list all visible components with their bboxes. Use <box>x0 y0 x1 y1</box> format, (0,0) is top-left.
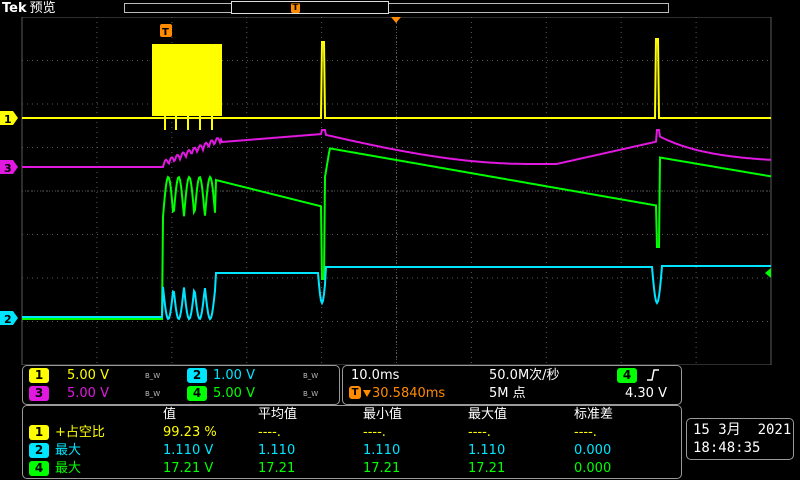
date-display: 15 3月 2021 <box>693 422 792 438</box>
trigger-time-arrow <box>391 17 401 23</box>
ch1-badge[interactable]: 1 <box>29 368 49 383</box>
meas-row1-mean: ----. <box>258 425 281 440</box>
brand-label: Tek 预览 <box>2 0 56 17</box>
ch1-level-marker[interactable]: 1 <box>0 111 18 126</box>
ch4-scale: 5.00 V <box>213 386 255 401</box>
meas-row1-name: +占空比 <box>55 425 105 440</box>
ch2-scale: 1.00 V <box>213 368 255 383</box>
record-view-window[interactable] <box>231 1 389 14</box>
ch2-marker-label: 2 <box>4 313 12 326</box>
trigger-level-value: 4.30 V <box>625 386 667 401</box>
waveform-display[interactable]: 1 3 2 T <box>0 17 800 365</box>
ch4-badge[interactable]: 4 <box>187 386 207 401</box>
trigger-position-value: 30.5840ms <box>372 386 446 401</box>
ch3-badge[interactable]: 3 <box>29 386 49 401</box>
meas-row1-badge: 1 <box>29 425 49 440</box>
meas-row3-badge: 4 <box>29 461 49 476</box>
trigger-delay-arrow-icon <box>363 390 371 397</box>
time-display: 18:48:35 <box>693 440 761 456</box>
meas-row3-std: 0.000 <box>574 461 612 476</box>
meas-row1-value: 99.23 % <box>163 425 217 440</box>
meas-row2-min: 1.110 <box>363 443 401 458</box>
acquisition-mode: 预览 <box>29 1 56 16</box>
meas-row2-max: 1.110 <box>468 443 506 458</box>
meas-row2-value: 1.110 V <box>163 443 214 458</box>
ch2-bw-limit-icon: B_W <box>303 372 319 380</box>
meas-row3-value: 17.21 V <box>163 461 214 476</box>
measurement-panel[interactable]: 值 平均值 最小值 最大值 标准差 1 +占空比 99.23 % ----. -… <box>22 405 682 479</box>
trigger-point-label: T <box>162 27 169 38</box>
header-std: 标准差 <box>574 407 614 422</box>
rising-edge-icon <box>647 369 659 381</box>
trigger-source-badge[interactable]: 4 <box>617 368 637 383</box>
datetime-panel[interactable]: 15 3月 2021 18:48:35 <box>686 418 794 460</box>
ch3-scale: 5.00 V <box>67 386 109 401</box>
ch3-bw-limit-icon: B_W <box>145 390 161 398</box>
ch3-level-marker[interactable]: 3 <box>0 160 18 175</box>
top-status-bar: Tek 预览 T <box>0 0 800 17</box>
ch1-scale: 5.00 V <box>67 368 109 383</box>
vertical-settings-panel[interactable]: 1 5.00 V B_W 2 1.00 V B_W 3 5.00 V B_W 4… <box>22 365 340 405</box>
trigger-level-arrow[interactable] <box>765 268 771 278</box>
ch3-marker-label: 3 <box>4 162 12 175</box>
ch1-marker-label: 1 <box>4 113 12 126</box>
trigger-point-marker[interactable]: T <box>160 24 172 38</box>
record-overview-bar[interactable] <box>124 3 669 13</box>
trigger-position-marker[interactable]: T <box>291 3 300 13</box>
record-length-value: 5M 点 <box>489 386 526 401</box>
ch4-bw-limit-icon: B_W <box>303 390 319 398</box>
meas-row2-mean: 1.110 <box>258 443 296 458</box>
meas-row1-std: ----. <box>574 425 597 440</box>
meas-row1-min: ----. <box>363 425 386 440</box>
meas-row3-name: 最大 <box>55 461 82 476</box>
timebase-value: 10.0ms <box>351 368 400 383</box>
header-max: 最大值 <box>468 407 508 422</box>
ch2-level-marker[interactable]: 2 <box>0 311 18 326</box>
ch1-bw-limit-icon: B_W <box>145 372 161 380</box>
meas-row3-mean: 17.21 <box>258 461 296 476</box>
header-min: 最小值 <box>363 407 403 422</box>
meas-row3-min: 17.21 <box>363 461 401 476</box>
trigger-delay-icon: T <box>349 386 361 399</box>
tek-logo: Tek <box>2 1 27 16</box>
meas-row1-max: ----. <box>468 425 491 440</box>
meas-row3-max: 17.21 <box>468 461 506 476</box>
meas-row2-badge: 2 <box>29 443 49 458</box>
meas-row2-std: 0.000 <box>574 443 612 458</box>
horizontal-trigger-panel[interactable]: 10.0ms 50.0M次/秒 4 T 30.5840ms 5M 点 4.30 … <box>342 365 682 405</box>
header-mean: 平均值 <box>258 407 298 422</box>
ch2-badge[interactable]: 2 <box>187 368 207 383</box>
meas-row2-name: 最大 <box>55 443 82 458</box>
sample-rate-value: 50.0M次/秒 <box>489 368 560 383</box>
header-value: 值 <box>163 407 177 422</box>
